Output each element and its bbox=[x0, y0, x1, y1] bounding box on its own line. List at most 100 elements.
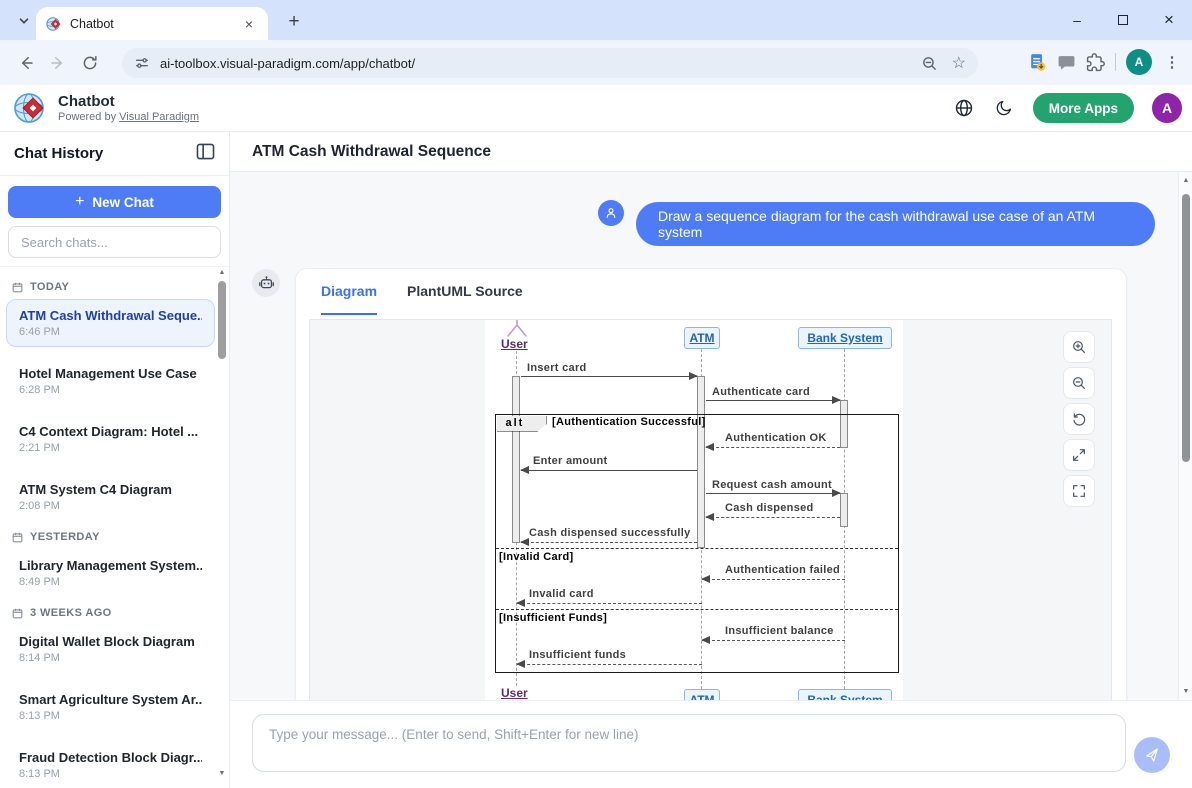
maximize-button[interactable] bbox=[1100, 0, 1146, 40]
sidebar-scrollbar-thumb[interactable] bbox=[218, 281, 226, 359]
calendar-icon bbox=[12, 608, 23, 619]
send-button[interactable] bbox=[1134, 737, 1170, 773]
address-bar[interactable]: ai-toolbox.visual-paradigm.com/app/chatb… bbox=[122, 48, 978, 78]
message-label: Invalid card bbox=[529, 588, 594, 600]
actor-icon bbox=[506, 320, 528, 337]
section-header-today: TODAY bbox=[12, 281, 217, 293]
url-text[interactable]: ai-toolbox.visual-paradigm.com/app/chatb… bbox=[160, 56, 921, 71]
calendar-icon bbox=[12, 532, 23, 543]
docs-extension-icon[interactable] bbox=[1027, 52, 1047, 72]
new-chat-button[interactable]: + New Chat bbox=[8, 186, 221, 218]
message-arrow bbox=[706, 447, 840, 448]
tab-plantuml-source[interactable]: PlantUML Source bbox=[407, 269, 523, 315]
tab-diagram[interactable]: Diagram bbox=[321, 269, 377, 315]
message-arrow bbox=[521, 376, 697, 377]
message-arrow bbox=[517, 603, 702, 604]
browser-profile-avatar[interactable]: A bbox=[1126, 49, 1152, 75]
paper-plane-icon bbox=[1144, 747, 1160, 763]
chat-item[interactable]: Fraud Detection Block Diagr... 8:13 PM bbox=[6, 741, 215, 779]
robot-icon bbox=[258, 275, 275, 292]
participant-user-label-bottom: User bbox=[501, 686, 528, 700]
moon-icon bbox=[995, 99, 1013, 117]
scroll-down-icon[interactable]: ▼ bbox=[216, 770, 228, 777]
browser-tab[interactable]: Chatbot × bbox=[36, 7, 268, 40]
message-label: Authentication failed bbox=[725, 564, 840, 576]
chat-item[interactable]: Smart Agriculture System Ar... 8:13 PM bbox=[6, 683, 215, 731]
participant-bank: Bank System bbox=[798, 327, 892, 349]
browser-menu-icon[interactable]: ⋮ bbox=[1162, 53, 1182, 71]
fragment-divider bbox=[496, 609, 898, 610]
chat-item[interactable]: Library Management System... 8:49 PM bbox=[6, 549, 215, 597]
chat-item[interactable]: C4 Context Diagram: Hotel ... 2:21 PM bbox=[6, 415, 215, 463]
chat-item[interactable]: ATM System C4 Diagram 2:08 PM bbox=[6, 473, 215, 521]
plus-icon: + bbox=[75, 193, 84, 211]
diagram-controls bbox=[1063, 331, 1095, 507]
zoom-page-icon[interactable] bbox=[921, 55, 938, 72]
section-header-yesterday: YESTERDAY bbox=[12, 531, 217, 543]
site-settings-icon[interactable] bbox=[134, 55, 150, 71]
search-chats-input[interactable] bbox=[8, 226, 221, 258]
minimize-button[interactable]: – bbox=[1054, 0, 1100, 40]
chat-item[interactable]: ATM Cash Withdrawal Seque... 6:46 PM bbox=[6, 299, 215, 347]
collapse-sidebar-button[interactable] bbox=[196, 143, 215, 165]
reload-button[interactable] bbox=[74, 47, 106, 79]
chat-item[interactable]: Digital Wallet Block Diagram 8:14 PM bbox=[6, 625, 215, 673]
back-button[interactable] bbox=[10, 47, 42, 79]
message-label: Insufficient balance bbox=[725, 625, 834, 637]
scroll-down-icon[interactable]: ▼ bbox=[1180, 688, 1192, 695]
more-apps-button[interactable]: More Apps bbox=[1033, 93, 1134, 123]
sidebar-scrollbar[interactable]: ▲ ▼ bbox=[216, 267, 228, 779]
guard-insufficient-funds: [Insufficient Funds] bbox=[499, 612, 607, 624]
app-profile-avatar[interactable]: A bbox=[1152, 93, 1182, 123]
message-input[interactable] bbox=[252, 714, 1126, 772]
forward-button[interactable] bbox=[42, 47, 74, 79]
scroll-up-icon[interactable]: ▲ bbox=[216, 269, 228, 276]
chat-scrollbar[interactable]: ▲ ▼ bbox=[1178, 172, 1192, 700]
scroll-up-icon[interactable]: ▲ bbox=[1180, 177, 1192, 184]
dark-mode-button[interactable] bbox=[993, 97, 1015, 119]
diagram-panel: User ATM Bank System alt [Authentication… bbox=[309, 319, 1112, 700]
sidebar-title: Chat History bbox=[14, 145, 103, 162]
fullscreen-icon bbox=[1071, 483, 1087, 499]
close-button[interactable]: × bbox=[1146, 0, 1192, 40]
bookmark-star-icon[interactable]: ☆ bbox=[952, 53, 966, 73]
favicon-visual-paradigm bbox=[46, 16, 62, 32]
message-label: Enter amount bbox=[533, 455, 608, 467]
chat-extension-icon[interactable] bbox=[1057, 53, 1076, 72]
zoom-out-button[interactable] bbox=[1063, 367, 1095, 399]
app-title: Chatbot bbox=[58, 93, 199, 111]
app-header: Chatbot Powered by Visual Paradigm More … bbox=[0, 85, 1192, 132]
participant-bank-bottom: Bank System bbox=[798, 689, 892, 700]
message-arrow bbox=[702, 640, 845, 641]
chat-item[interactable]: Hotel Management Use Case 6:28 PM bbox=[6, 357, 215, 405]
guard-auth-successful: [Authentication Successful] bbox=[552, 416, 706, 428]
extensions-puzzle-icon[interactable] bbox=[1086, 53, 1105, 72]
message-arrow bbox=[706, 400, 840, 401]
tab-title: Chatbot bbox=[70, 17, 240, 31]
card-tabs: Diagram PlantUML Source bbox=[296, 269, 1126, 315]
fit-view-button[interactable] bbox=[1063, 439, 1095, 471]
powered-by: Powered by Visual Paradigm bbox=[58, 111, 199, 123]
visual-paradigm-link[interactable]: Visual Paradigm bbox=[119, 111, 199, 123]
participant-user-label: User bbox=[501, 337, 528, 351]
zoom-in-icon bbox=[1071, 339, 1087, 355]
zoom-in-button[interactable] bbox=[1063, 331, 1095, 363]
tab-search-button[interactable] bbox=[10, 10, 38, 32]
extensions-area: A ⋮ bbox=[1027, 46, 1182, 78]
fullscreen-button[interactable] bbox=[1063, 475, 1095, 507]
reset-view-button[interactable] bbox=[1063, 403, 1095, 435]
section-header-3-weeks-ago: 3 WEEKS AGO bbox=[12, 607, 217, 619]
language-button[interactable] bbox=[953, 97, 975, 119]
tab-close-icon[interactable]: × bbox=[240, 15, 258, 33]
new-tab-button[interactable]: + bbox=[280, 8, 308, 36]
chevron-down-icon bbox=[18, 15, 30, 27]
toolbar-divider bbox=[1115, 53, 1116, 71]
chat-scrollbar-thumb[interactable] bbox=[1182, 194, 1190, 462]
composer bbox=[230, 700, 1192, 788]
brand: Chatbot Powered by Visual Paradigm bbox=[12, 89, 199, 127]
message-label: Authentication OK bbox=[725, 432, 827, 444]
message-label: Cash dispensed bbox=[725, 502, 814, 514]
window-controls: – × bbox=[1054, 0, 1192, 40]
message-arrow bbox=[517, 664, 702, 665]
message-arrow bbox=[706, 493, 840, 494]
